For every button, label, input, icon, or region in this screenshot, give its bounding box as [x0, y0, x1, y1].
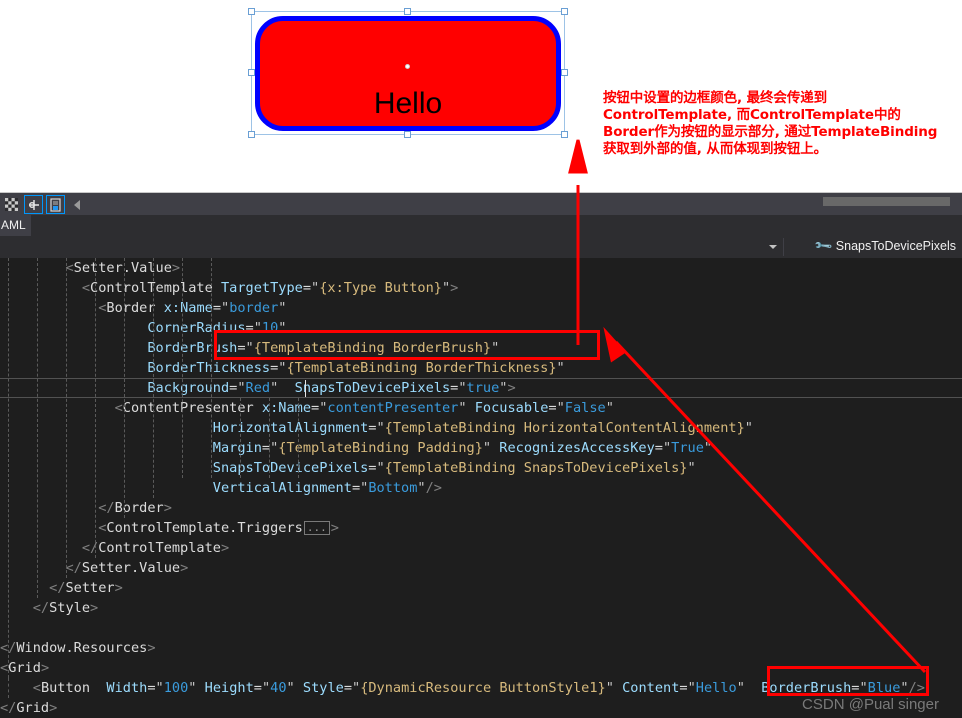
resize-handle-top-right[interactable] [561, 8, 568, 15]
code-line[interactable]: <Grid> [0, 658, 962, 678]
resize-handle-middle-left[interactable] [248, 69, 255, 76]
indent-guide [95, 258, 96, 558]
editor-navigation-bar: 🔧 SnapsToDevicePixels [0, 236, 962, 259]
copy-xaml-icon[interactable] [46, 195, 65, 214]
designer-hscrollbar-thumb[interactable] [823, 197, 950, 206]
annotation-text: 按钮中设置的边框颜色, 最终会传递到 ControlTemplate, 而Con… [603, 90, 959, 158]
checkerboard-icon[interactable] [2, 195, 21, 214]
annotation-line-1: 按钮中设置的边框颜色, 最终会传递到 [603, 90, 828, 106]
navbar-separator [783, 238, 784, 256]
xaml-code-editor[interactable]: <Setter.Value> <ControlTemplate TargetTy… [0, 258, 962, 718]
indent-guide [37, 258, 38, 598]
watermark: CSDN @Pual singer [802, 696, 939, 713]
resize-handle-top-center[interactable] [404, 8, 411, 15]
copy-xaml-icon-glyph [49, 197, 61, 212]
document-tab-row: AML [0, 215, 962, 236]
indent-guide [298, 398, 299, 478]
tab-xaml[interactable]: AML [0, 215, 31, 236]
code-line[interactable]: </Setter> [0, 578, 962, 598]
navbar-member-label: SnapsToDevicePixels [835, 239, 956, 253]
indent-guide [66, 258, 67, 578]
pan-tool-icon[interactable] [24, 195, 43, 214]
indent-guide [211, 258, 212, 478]
code-line[interactable]: <Border x:Name="border" [0, 298, 962, 318]
code-line[interactable]: BorderThickness="{TemplateBinding Border… [0, 358, 962, 378]
code-line[interactable]: <ContentPresenter x:Name="contentPresent… [0, 398, 962, 418]
indent-guide [269, 398, 270, 478]
indent-guide [8, 678, 9, 698]
code-line[interactable]: </Border> [0, 498, 962, 518]
indent-guide [240, 398, 241, 478]
code-line[interactable]: <Button Width="100" Height="40" Style="{… [0, 678, 962, 698]
designer-splitter-bar[interactable] [0, 192, 962, 216]
indent-guide [182, 258, 183, 478]
code-line[interactable]: SnapsToDevicePixels="{TemplateBinding Sn… [0, 458, 962, 478]
indent-guide [124, 258, 125, 518]
code-line[interactable]: <ControlTemplate TargetType="{x:Type But… [0, 278, 962, 298]
code-line[interactable]: <ControlTemplate.Triggers... > [0, 518, 962, 538]
resize-handle-top-left[interactable] [248, 8, 255, 15]
code-line[interactable]: <Setter.Value> [0, 258, 962, 278]
indent-guide [8, 258, 9, 678]
resize-handle-middle-right[interactable] [561, 69, 568, 76]
wrench-icon: 🔧 [813, 235, 834, 257]
code-line[interactable]: CornerRadius="10" [0, 318, 962, 338]
annotation-line-2: ControlTemplate, 而ControlTemplate中的 [603, 107, 901, 123]
code-line[interactable]: </ControlTemplate> [0, 538, 962, 558]
code-line[interactable]: </Window.Resources> [0, 638, 962, 658]
code-line[interactable]: BorderBrush="{TemplateBinding BorderBrus… [0, 338, 962, 358]
code-line[interactable]: Background="Red" SnapsToDevicePixels="tr… [0, 378, 962, 398]
text-caret [305, 380, 306, 397]
designer-hscrollbar-track[interactable] [950, 197, 962, 206]
selection-adorner[interactable] [248, 8, 568, 138]
chevron-down-icon[interactable] [769, 245, 777, 249]
collapsed-region-ellipsis[interactable]: ... [303, 521, 330, 535]
annotation-line-3: Border作为按钮的显示部分, 通过TemplateBinding [603, 124, 938, 140]
navbar-member-dropdown[interactable]: 🔧 SnapsToDevicePixels [813, 235, 956, 257]
splitter-toolbar [2, 195, 80, 214]
annotation-line-4: 获取到外部的值, 从而体现到按钮上。 [603, 141, 828, 157]
code-line[interactable]: Margin="{TemplateBinding Padding}" Recog… [0, 438, 962, 458]
resize-handle-bottom-left[interactable] [248, 131, 255, 138]
pan-tool-icon-glyph [28, 199, 39, 210]
resize-handle-bottom-right[interactable] [561, 131, 568, 138]
code-line[interactable]: HorizontalAlignment="{TemplateBinding Ho… [0, 418, 962, 438]
collapse-left-icon[interactable] [74, 199, 80, 210]
code-line[interactable]: VerticalAlignment="Bottom"/> [0, 478, 962, 498]
code-line[interactable]: </Style> [0, 598, 962, 618]
code-content[interactable]: <Setter.Value> <ControlTemplate TargetTy… [0, 258, 962, 718]
indent-guide [153, 258, 154, 498]
code-line[interactable]: </Setter.Value> [0, 558, 962, 578]
code-line[interactable] [0, 618, 962, 638]
checkerboard-icon-glyph [5, 198, 18, 211]
resize-handle-bottom-center[interactable] [404, 131, 411, 138]
